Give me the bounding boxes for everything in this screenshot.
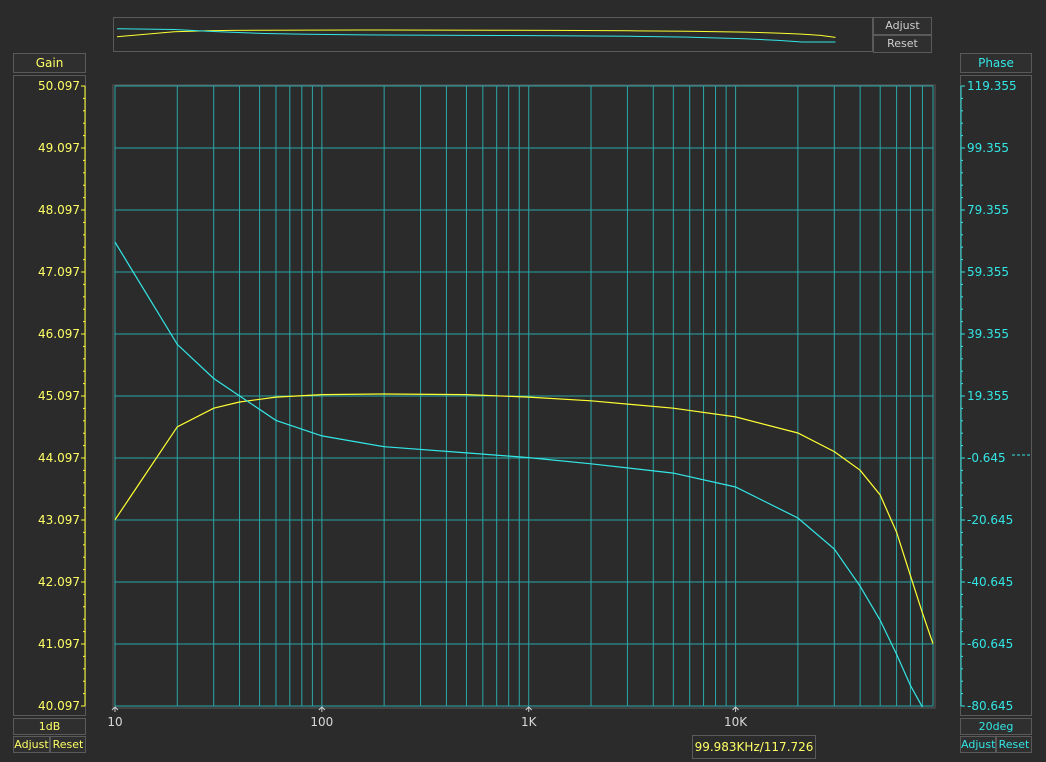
gain-tick-label: 45.097 — [38, 389, 80, 403]
gain-tick-label: 40.097 — [38, 699, 80, 713]
phase-tick-label: 39.355 — [967, 327, 1009, 341]
x-tick-label: 10 — [107, 715, 122, 729]
phase-tick-label: 79.355 — [967, 203, 1009, 217]
phase-tick-label: -20.645 — [967, 513, 1013, 527]
gain-tick-label: 48.097 — [38, 203, 80, 217]
gain-tick-label: 41.097 — [38, 637, 80, 651]
cursor-readout: 99.983KHz/117.726 — [692, 735, 816, 759]
phase-tick-label: 59.355 — [967, 265, 1009, 279]
phase-tick-label: -40.645 — [967, 575, 1013, 589]
bode-plot[interactable]: 50.097 49.097 48.097 47.097 46.097 45.097 44.0… — [0, 0, 1046, 762]
gain-tick-label: 49.097 — [38, 141, 80, 155]
phase-curve — [114, 241, 923, 708]
x-tick-label: 1K — [521, 715, 538, 729]
phase-tick-label: -60.645 — [967, 637, 1013, 651]
x-tick-label: 100 — [310, 715, 333, 729]
gain-tick-label: 44.097 — [38, 451, 80, 465]
phase-tick-label: 19.355 — [967, 389, 1009, 403]
phase-tick-label: 119.355 — [967, 79, 1017, 93]
gain-tick-label: 46.097 — [38, 327, 80, 341]
x-tick-label: 10K — [724, 715, 748, 729]
gain-curve — [114, 393, 934, 644]
phase-tick-label: -0.645 — [967, 451, 1006, 465]
gain-tick-label: 50.097 — [38, 79, 80, 93]
gain-tick-label: 43.097 — [38, 513, 80, 527]
phase-tick-label: -80.645 — [967, 699, 1013, 713]
gain-tick-label: 42.097 — [38, 575, 80, 589]
gain-tick-label: 47.097 — [38, 265, 80, 279]
phase-tick-label: 99.355 — [967, 141, 1009, 155]
